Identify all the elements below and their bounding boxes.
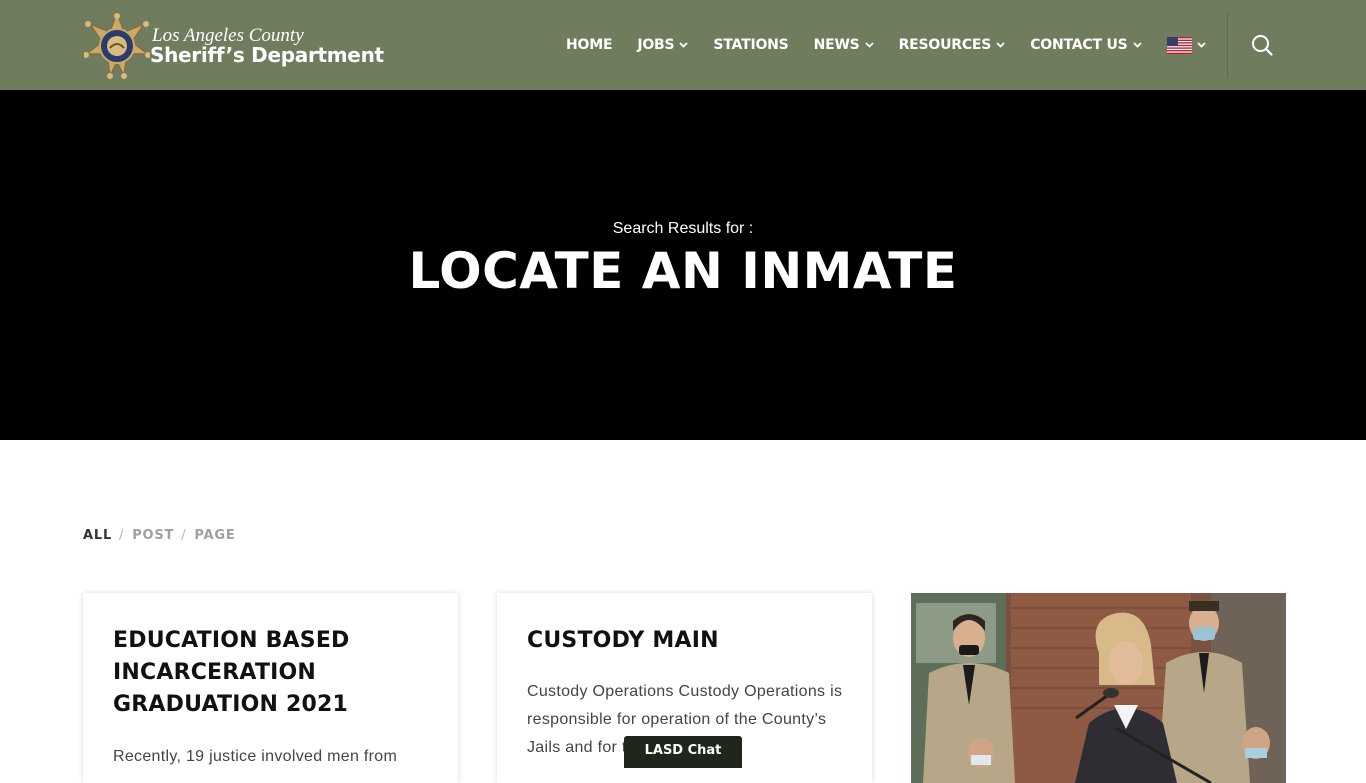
filter-post[interactable]: POST [132,528,174,543]
search-results-label: Search Results for : [612,220,754,237]
nav-jobs-label: JOBS [637,37,675,53]
nav-home-label: HOME [566,37,613,53]
result-card-image[interactable] [911,593,1286,783]
nav-jobs[interactable]: JOBS [637,37,689,53]
search-icon[interactable] [1251,34,1273,56]
nav-contact-us-label: CONTACT US [1030,37,1128,53]
filter-separator: / [119,528,125,543]
nav-news[interactable]: NEWS [814,37,874,53]
nav-stations[interactable]: STATIONS [713,37,788,53]
chevron-down-icon [1132,41,1142,51]
site-logo[interactable]: Los Angeles County Sheriff’s Department [84,10,444,82]
chevron-down-icon [864,41,874,51]
nav-news-label: NEWS [813,37,860,53]
chevron-down-icon [679,41,689,51]
result-title[interactable]: CUSTODY MAIN [527,625,847,657]
us-flag-icon [1166,36,1192,54]
chevron-down-icon [996,41,1005,51]
lasd-chat-button[interactable]: LASD Chat [624,736,742,768]
main-nav: HOME JOBS STATIONS NEWS RESOURCES CONTAC… [566,0,1231,90]
nav-resources[interactable]: RESOURCES [899,37,1006,53]
result-excerpt: Recently, 19 justice involved men from [113,748,398,765]
search-query-title: LOCATE AN INMATE [408,242,958,300]
sheriff-star-badge-icon [84,10,150,79]
filter-page[interactable]: PAGE [194,528,235,543]
result-card[interactable]: EDUCATION BASED INCARCERATION GRADUATION… [83,593,458,783]
site-header: Los Angeles County Sheriff’s Department … [0,0,1366,90]
nav-divider [1227,12,1228,78]
result-type-filter: ALL / POST / PAGE [83,528,236,543]
language-selector[interactable] [1166,36,1206,54]
filter-separator: / [181,528,187,543]
nav-home[interactable]: HOME [566,37,613,53]
nav-contact-us[interactable]: CONTACT US [1030,37,1142,53]
chevron-down-icon [1196,41,1206,51]
logo-department-text: Sheriff’s Department [150,43,384,67]
nav-stations-label: STATIONS [713,37,789,53]
nav-resources-label: RESOURCES [898,37,992,53]
result-title[interactable]: EDUCATION BASED INCARCERATION GRADUATION… [113,625,433,721]
officials-at-podium-photo[interactable] [911,593,1286,783]
filter-all[interactable]: ALL [83,528,112,543]
search-hero: Search Results for : LOCATE AN INMATE [0,90,1366,440]
